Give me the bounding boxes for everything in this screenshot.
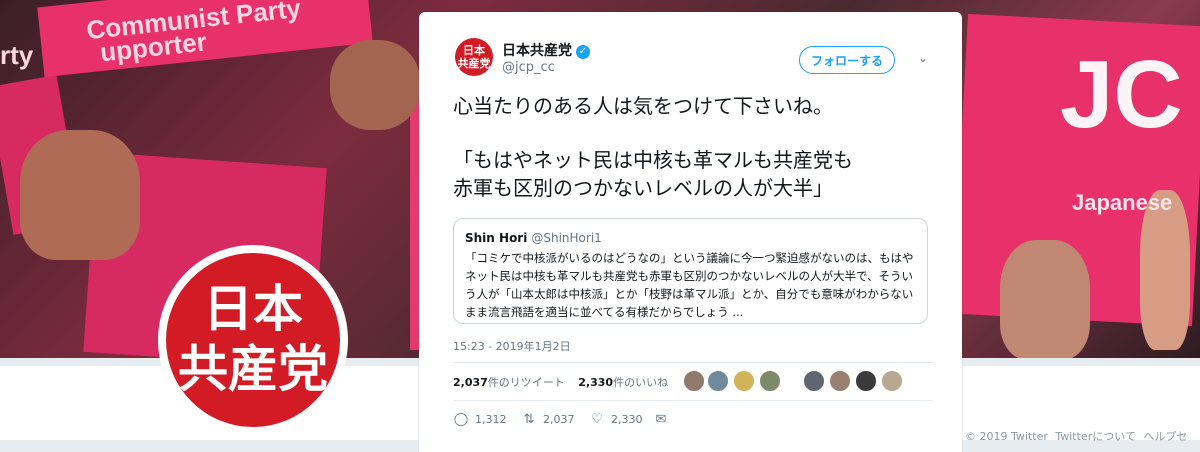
jcp-logo: 日本 共産党 — [166, 253, 340, 427]
footer: © 2019 Twitter Twitterについて ヘルプセ — [965, 428, 1191, 444]
quoted-tweet[interactable]: Shin Hori @ShinHori1 「コミケで中核派がいるのはどうなの」とい… — [453, 218, 928, 324]
footer-help-link[interactable]: ヘルプセ — [1143, 430, 1187, 443]
like-stat[interactable]: 2,330件のいいね — [578, 376, 668, 389]
retweet-icon: ⇅ — [523, 412, 535, 427]
reply-icon: ◯ — [453, 412, 469, 427]
heart-icon: ♡ — [591, 412, 603, 427]
avatar-text: 共産党 — [457, 57, 491, 70]
tweet-text-line: 心当たりのある人は気をつけて下さいね。 — [453, 94, 833, 118]
author-display-name[interactable]: 日本共産党 — [502, 43, 572, 59]
tweet-author-avatar[interactable]: 日本 共産党 — [455, 38, 493, 76]
raised-hand — [1000, 240, 1090, 358]
avatar[interactable] — [829, 370, 851, 392]
tweet-timestamp[interactable]: 15:23 - 2019年1月2日 — [453, 338, 571, 354]
divider — [453, 362, 933, 363]
follow-button[interactable]: フォローする — [799, 46, 895, 74]
like-button[interactable]: ♡ 2,330 — [589, 412, 643, 427]
avatar[interactable] — [683, 370, 705, 392]
quoted-tweet-text: 「コミケで中核派がいるのはどうなの」という議論に今一つ緊迫感がないのは、もはやネ… — [465, 251, 914, 319]
like-stat-count: 2,330 — [578, 376, 614, 389]
like-count: 2,330 — [611, 413, 643, 426]
reply-count: 1,312 — [475, 413, 507, 426]
profile-avatar[interactable]: 日本 共産党 — [158, 245, 348, 435]
quoted-author-handle: @ShinHori1 — [531, 231, 602, 245]
like-stat-label: 件のいいね — [613, 376, 669, 389]
sign-text: rty — [0, 40, 34, 70]
sign-text: JC — [1060, 41, 1183, 148]
footer-about-link[interactable]: Twitterについて — [1055, 430, 1136, 443]
footer-copyright: © 2019 Twitter — [965, 430, 1048, 443]
avatar[interactable] — [881, 370, 903, 392]
reply-button[interactable]: ◯ 1,312 — [453, 412, 507, 427]
author-handle[interactable]: @jcp_cc — [502, 60, 555, 75]
retweet-button[interactable]: ⇅ 2,037 — [521, 412, 575, 427]
logo-line: 共産党 — [178, 340, 328, 398]
envelope-icon: ✉ — [655, 412, 667, 427]
avatar[interactable] — [803, 370, 825, 392]
tweet-text-line: 赤軍も区別のつかないレベルの人が大半」 — [453, 176, 833, 200]
quoted-author-name: Shin Hori — [465, 231, 528, 245]
retweet-stat-label: 件のリツイート — [487, 376, 565, 389]
author-name[interactable]: 日本共産党 ✓ — [502, 40, 590, 60]
retweet-stat-count: 2,037 — [453, 376, 488, 389]
raised-fist — [330, 40, 420, 130]
avatar[interactable] — [733, 370, 755, 392]
sign-text: Japanese — [1072, 190, 1173, 215]
divider — [453, 400, 933, 401]
chevron-down-icon[interactable]: ⌄ — [915, 50, 931, 66]
avatar[interactable] — [855, 370, 877, 392]
retweet-stat[interactable]: 2,037件のリツイート — [453, 376, 565, 389]
avatar[interactable] — [759, 370, 781, 392]
logo-line: 日本 — [203, 280, 303, 338]
tweet-text-line: 「もはやネット民は中核も革マルも共産党も — [453, 148, 853, 172]
tweet-modal: 日本 共産党 日本共産党 ✓ @jcp_cc フォローする ⌄ 心当たりのある人は… — [419, 12, 962, 452]
direct-message-button[interactable]: ✉ — [653, 412, 675, 427]
tweet-text: 心当たりのある人は気をつけて下さいね。 「もはやネット民は中核も革マルも共産党も… — [453, 92, 933, 202]
verified-badge-icon: ✓ — [576, 45, 590, 59]
raised-fist — [20, 130, 140, 260]
avatar-text: 日本 — [463, 44, 485, 57]
retweet-count: 2,037 — [543, 413, 575, 426]
tweet-stats: 2,037件のリツイート 2,330件のいいね — [453, 374, 678, 390]
quoted-author: Shin Hori @ShinHori1 — [465, 231, 602, 245]
avatar[interactable] — [707, 370, 729, 392]
